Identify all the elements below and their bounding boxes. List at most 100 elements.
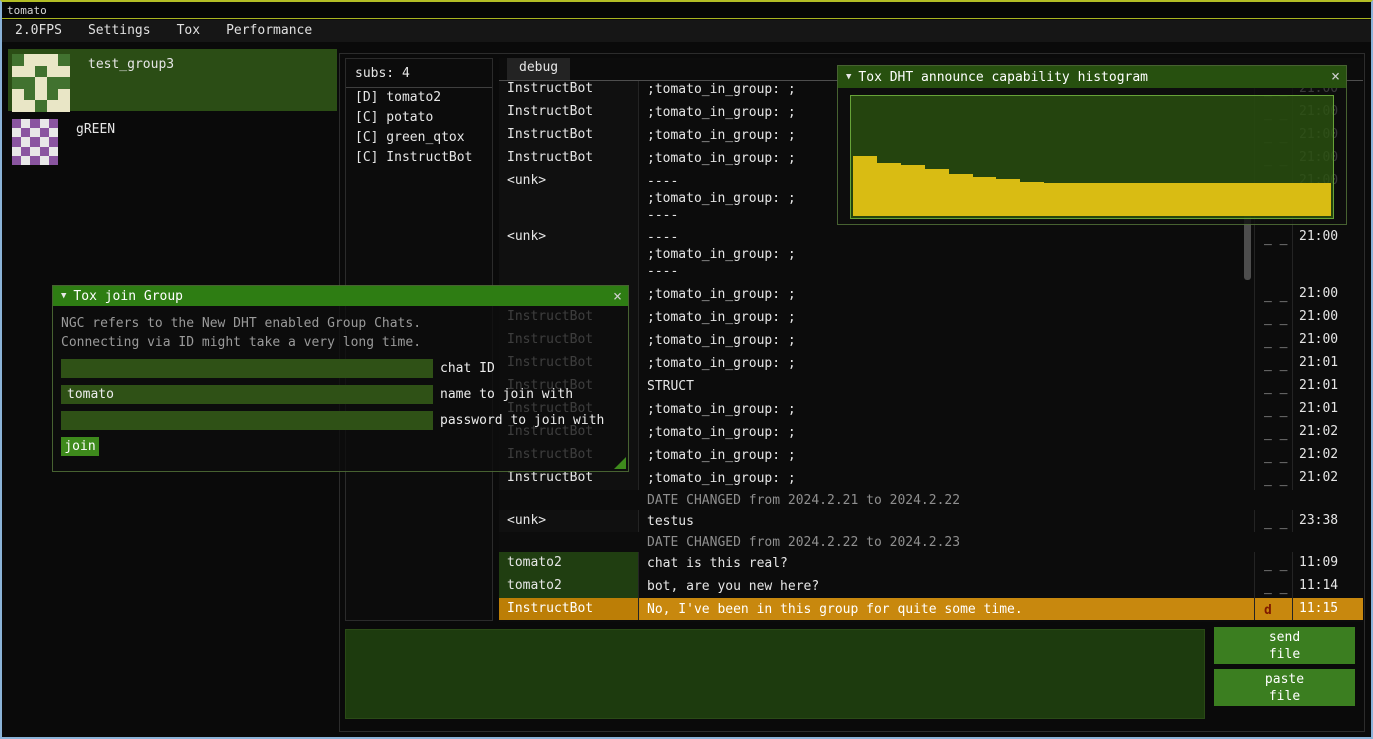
histogram-bar xyxy=(1212,183,1236,216)
histogram-bar xyxy=(973,177,997,216)
join-fields: chat ID name to join with password to join… xyxy=(61,359,620,430)
app-window: tomato 2.0FPSSettingsToxPerformance test… xyxy=(0,0,1373,739)
menu-item-settings[interactable]: Settings xyxy=(75,20,164,42)
join-password-input[interactable] xyxy=(61,411,433,430)
message-flags: _ _ xyxy=(1255,510,1293,532)
join-button[interactable]: join xyxy=(61,437,99,456)
message-text: No, I've been in this group for quite so… xyxy=(639,598,1255,620)
sender-name: <unk> xyxy=(499,226,639,283)
sender-name: InstructBot xyxy=(499,124,639,147)
member-list: [D] tomato2[C] potato[C] green_qtox[C] I… xyxy=(346,88,492,168)
message-input[interactable] xyxy=(345,629,1205,719)
message-time: 21:00 xyxy=(1293,226,1363,283)
message-time: 21:02 xyxy=(1293,467,1363,490)
dht-histogram-window: ▼ Tox DHT announce capability histogram … xyxy=(837,65,1347,225)
histogram-bar xyxy=(1068,183,1092,216)
histogram-bar xyxy=(1307,183,1331,216)
group-avatar-icon xyxy=(12,119,58,165)
member-item[interactable]: [C] InstructBot xyxy=(346,148,492,168)
histogram-bar xyxy=(1092,183,1116,216)
system-message: DATE CHANGED from 2024.2.21 to 2024.2.22 xyxy=(499,490,1363,510)
chat-row[interactable]: <unk>testus_ _23:38 xyxy=(499,510,1363,532)
menu-item-tox[interactable]: Tox xyxy=(164,20,213,42)
window-title: tomato xyxy=(7,4,47,17)
sidebar-item-green[interactable]: gREEN xyxy=(8,114,337,176)
ngc-info-line-1: NGC refers to the New DHT enabled Group … xyxy=(61,314,620,333)
chat-id-input[interactable] xyxy=(61,359,433,378)
sender-name: InstructBot xyxy=(499,81,639,101)
member-item[interactable]: [D] tomato2 xyxy=(346,88,492,108)
group-avatar-icon xyxy=(12,54,70,112)
join-field-row: password to join with xyxy=(61,411,620,430)
message-flags: _ _ xyxy=(1255,352,1293,375)
input-label: chat ID xyxy=(440,361,495,376)
message-text: ;tomato_in_group: ; xyxy=(639,467,1255,490)
chat-row[interactable]: <unk>----;tomato_in_group: ;----_ _21:00 xyxy=(499,226,1363,283)
chat-row[interactable]: tomato2chat is this real?_ _11:09 xyxy=(499,552,1363,575)
ngc-info-line-2: Connecting via ID might take a very long… xyxy=(61,333,620,352)
member-item[interactable]: [C] green_qtox xyxy=(346,128,492,148)
collapse-arrow-icon[interactable]: ▼ xyxy=(61,291,66,301)
message-flags: _ _ xyxy=(1255,398,1293,421)
message-text: chat is this real? xyxy=(639,552,1255,575)
message-flags: _ _ xyxy=(1255,329,1293,352)
message-flags: _ _ xyxy=(1255,552,1293,575)
member-item[interactable]: [C] potato xyxy=(346,108,492,128)
join-name-input[interactable] xyxy=(61,385,433,404)
chat-row[interactable]: InstructBotNo, I've been in this group f… xyxy=(499,598,1363,620)
input-label: name to join with xyxy=(440,387,573,402)
join-field-row: chat ID xyxy=(61,359,620,378)
histogram-bar xyxy=(877,163,901,216)
tab-debug[interactable]: debug xyxy=(507,58,570,80)
paste-file-button[interactable]: paste file xyxy=(1214,669,1355,706)
sender-name: <unk> xyxy=(499,510,639,532)
sender-name: tomato2 xyxy=(499,575,639,598)
resize-grip[interactable] xyxy=(614,457,626,469)
sender-name: InstructBot xyxy=(499,101,639,124)
message-time: 21:00 xyxy=(1293,283,1363,306)
message-text: ;tomato_in_group: ; xyxy=(639,306,1255,329)
message-flags: _ _ xyxy=(1255,226,1293,283)
message-text: ;tomato_in_group: ; xyxy=(639,398,1255,421)
message-flags: _ _ xyxy=(1255,444,1293,467)
chat-row[interactable]: tomato2bot, are you new here?_ _11:14 xyxy=(499,575,1363,598)
join-group-window-body: NGC refers to the New DHT enabled Group … xyxy=(53,306,628,456)
message-time: 21:02 xyxy=(1293,444,1363,467)
sidebar-item-test_group3[interactable]: test_group3 xyxy=(8,49,337,111)
message-time: 11:09 xyxy=(1293,552,1363,575)
histogram-bar xyxy=(1044,183,1068,216)
message-text: testus xyxy=(639,510,1255,532)
input-label: password to join with xyxy=(440,413,604,428)
message-time: 21:01 xyxy=(1293,398,1363,421)
message-time: 21:02 xyxy=(1293,421,1363,444)
message-text: ;tomato_in_group: ; xyxy=(639,421,1255,444)
histogram-bar xyxy=(1236,183,1260,216)
join-field-row: name to join with xyxy=(61,385,620,404)
group-sidebar: test_group3gREEN xyxy=(8,49,337,179)
send-file-button[interactable]: send file xyxy=(1214,627,1355,664)
histogram-bar xyxy=(949,174,973,216)
histogram-bar xyxy=(901,165,925,216)
histogram-bar xyxy=(1164,183,1188,216)
message-text: ;tomato_in_group: ; xyxy=(639,283,1255,306)
system-row[interactable]: DATE CHANGED from 2024.2.22 to 2024.2.23 xyxy=(499,532,1363,552)
message-text: ;tomato_in_group: ; xyxy=(639,352,1255,375)
collapse-arrow-icon[interactable]: ▼ xyxy=(846,72,851,82)
dht-histogram-window-titlebar[interactable]: ▼ Tox DHT announce capability histogram … xyxy=(838,66,1346,88)
close-icon[interactable]: × xyxy=(1331,67,1340,85)
message-flags: _ _ xyxy=(1255,306,1293,329)
menu-item-performance[interactable]: Performance xyxy=(213,20,325,42)
histogram-bar xyxy=(1283,183,1307,216)
close-icon[interactable]: × xyxy=(613,287,622,305)
join-group-window-titlebar[interactable]: ▼ Tox join Group × xyxy=(53,286,628,306)
menu-item-2-0fps[interactable]: 2.0FPS xyxy=(2,20,75,42)
message-time: 21:01 xyxy=(1293,375,1363,398)
message-flags: d xyxy=(1255,598,1293,620)
message-text: bot, are you new here? xyxy=(639,575,1255,598)
message-time: 21:00 xyxy=(1293,306,1363,329)
system-row[interactable]: DATE CHANGED from 2024.2.21 to 2024.2.22 xyxy=(499,490,1363,510)
message-flags: _ _ xyxy=(1255,467,1293,490)
histogram-bar xyxy=(996,179,1020,216)
histogram-bar xyxy=(853,156,877,216)
system-message: DATE CHANGED from 2024.2.22 to 2024.2.23 xyxy=(499,532,1363,552)
